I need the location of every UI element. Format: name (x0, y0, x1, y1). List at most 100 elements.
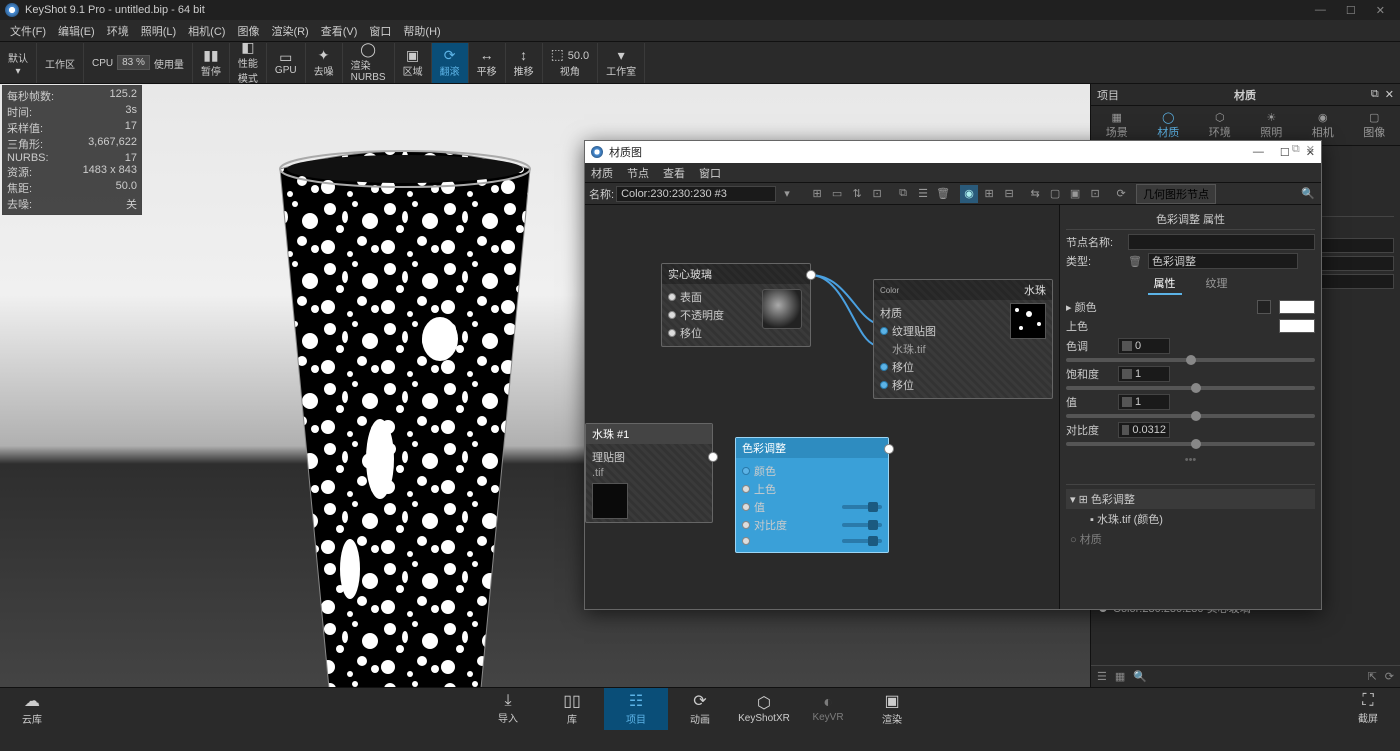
mg-tool-5[interactable]: ⧉ (894, 185, 912, 203)
menu-view[interactable]: 查看(V) (316, 21, 363, 41)
mg-tool-3[interactable]: ⇅ (848, 185, 866, 203)
region-button[interactable]: ▣区域 (395, 43, 432, 83)
tab-environment[interactable]: ⬡环境 (1201, 109, 1239, 142)
pan-button[interactable]: ↔平移 (469, 43, 506, 83)
popout-icon[interactable]: ⧉ (1371, 88, 1379, 101)
close-button[interactable]: ✕ (1376, 4, 1385, 17)
tree-item-0[interactable]: ▾ ⊞ 色彩调整 (1066, 489, 1315, 509)
menu-help[interactable]: 帮助(H) (398, 21, 445, 41)
tab-lighting[interactable]: ☀照明 (1252, 109, 1290, 142)
screenshot-button[interactable]: ⛶截屏 (1336, 688, 1400, 730)
search-icon[interactable]: 🔍 (1133, 670, 1147, 683)
tab-material[interactable]: ◯材质 (1149, 109, 1187, 142)
close-panel-icon[interactable]: ✕ (1385, 88, 1394, 101)
node-solid-glass[interactable]: 实心玻璃 表面 不透明度 移位 (661, 263, 811, 347)
mg-tool-8[interactable]: ◉ (960, 185, 978, 203)
mg-canvas[interactable]: 实心玻璃 表面 不透明度 移位 Color水珠 材质 纹理贴图 (585, 205, 1059, 609)
pause-button[interactable]: ▮▮暂停 (193, 43, 230, 83)
list-view-icon[interactable]: ☰ (1097, 670, 1107, 683)
mg-tool-14[interactable]: ⊡ (1086, 185, 1104, 203)
mg-tool-9[interactable]: ⊞ (980, 185, 998, 203)
project-label[interactable]: 项目 (1097, 87, 1119, 103)
props-tab-attr[interactable]: 属性 (1148, 273, 1182, 295)
menu-file[interactable]: 文件(F) (5, 21, 51, 41)
mg-tool-refresh[interactable]: ⟳ (1112, 185, 1130, 203)
val-row: 值 1 (1066, 394, 1315, 410)
menu-env[interactable]: 环境 (102, 21, 134, 41)
menu-window[interactable]: 窗口 (364, 21, 396, 41)
nurbs-button[interactable]: ◯渲染 NURBS (343, 43, 395, 83)
mg-menu-node[interactable]: 节点 (627, 165, 649, 181)
mg-dropdown-icon[interactable]: ▾ (778, 185, 796, 203)
mg-minimize[interactable]: — (1253, 146, 1264, 159)
mg-tool-7[interactable]: 🗑 (934, 185, 952, 203)
grid-view-icon[interactable]: ▦ (1115, 670, 1125, 683)
import-button[interactable]: ⤓导入 (476, 688, 540, 730)
tumble-button[interactable]: ⟳翻滚 (432, 43, 469, 83)
mg-menu-view[interactable]: 查看 (663, 165, 685, 181)
fov-button[interactable]: ⬚ 50.0视角 (543, 43, 599, 83)
studio-button[interactable]: ▾工作室 (598, 43, 645, 83)
cpu-usage[interactable]: CPU 83 % 使用量 (84, 43, 193, 83)
tab-camera[interactable]: ◉相机 (1304, 109, 1342, 142)
denoise-button[interactable]: ✦去噪 (306, 43, 343, 83)
render-button[interactable]: ▣渲染 (860, 688, 924, 730)
cloud-button[interactable]: ☁云库 (0, 688, 64, 730)
more-icon[interactable]: ••• (1066, 454, 1315, 466)
perfmode-button[interactable]: ◧性能 模式 (230, 43, 267, 83)
mg-tool-12[interactable]: ▢ (1046, 185, 1064, 203)
maximize-button[interactable]: ☐ (1346, 4, 1356, 17)
mg-tool-11[interactable]: ⇆ (1026, 185, 1044, 203)
node-name-input[interactable] (1128, 234, 1315, 250)
project-button[interactable]: ☷项目 (604, 688, 668, 730)
mg-tool-2[interactable]: ▭ (828, 185, 846, 203)
menu-render[interactable]: 渲染(R) (266, 21, 313, 41)
tree-item-2[interactable]: ○ 材质 (1066, 529, 1315, 549)
mg-name-input[interactable] (616, 186, 776, 202)
mg-tool-6[interactable]: ☰ (914, 185, 932, 203)
mg-titlebar[interactable]: 材质图 — ☐ ✕ (585, 141, 1321, 163)
refresh-icon[interactable]: ⟳ (1385, 670, 1394, 683)
node-texture-map[interactable]: 水珠 #1 理贴图 .tif (585, 423, 713, 523)
hue-slider[interactable] (1066, 358, 1315, 362)
mg-tool-1[interactable]: ⊞ (808, 185, 826, 203)
mg-maximize[interactable]: ☐ (1280, 146, 1290, 159)
mg-tool-10[interactable]: ⊟ (1000, 185, 1018, 203)
workspace-button[interactable]: 工作区 (37, 43, 84, 83)
tab-image[interactable]: ▢图像 (1355, 109, 1393, 142)
con-slider[interactable] (1066, 442, 1315, 446)
gpu-button[interactable]: ▭GPU (267, 43, 306, 83)
default-button[interactable]: 默认▾ (0, 43, 37, 83)
rendered-cup (260, 139, 550, 687)
library-button[interactable]: ▯▯库 (540, 688, 604, 730)
val-slider[interactable] (1066, 414, 1315, 418)
node-color-adjust[interactable]: 色彩调整 颜色 上色 值 对比度 (735, 437, 889, 553)
node-material-root[interactable]: Color水珠 材质 纹理贴图 水珠.tif 移位 移位 (873, 279, 1053, 399)
tab-scene[interactable]: ▦场景 (1098, 109, 1136, 142)
titlebar: KeyShot 9.1 Pro - untitled.bip - 64 bit … (0, 0, 1400, 20)
menu-edit[interactable]: 编辑(E) (53, 21, 100, 41)
external-icon[interactable]: ⇱ (1368, 670, 1377, 683)
menu-image[interactable]: 图像 (232, 21, 264, 41)
props-tab-tex[interactable]: 纹理 (1200, 273, 1234, 295)
sat-slider[interactable] (1066, 386, 1315, 390)
mg-tool-4[interactable]: ⊡ (868, 185, 886, 203)
mg-search-icon[interactable]: 🔍 (1299, 185, 1317, 203)
menu-light[interactable]: 照明(L) (136, 21, 181, 41)
keyshotxr-button[interactable]: ⬡KeyShotXR (732, 688, 796, 730)
keyvr-button[interactable]: ◐KeyVR (796, 688, 860, 730)
color-swatch-prop[interactable] (1279, 300, 1315, 314)
menu-camera[interactable]: 相机(C) (183, 21, 230, 41)
animation-button[interactable]: ⟳动画 (668, 688, 732, 730)
delete-icon[interactable]: 🗑 (1128, 255, 1142, 268)
minimize-button[interactable]: — (1315, 4, 1326, 17)
tint-swatch[interactable] (1279, 319, 1315, 333)
dolly-button[interactable]: ↕推移 (506, 43, 543, 83)
type-input[interactable] (1148, 253, 1298, 269)
mg-geo-button[interactable]: 几何图形节点 (1136, 184, 1216, 204)
mg-menu-window[interactable]: 窗口 (699, 165, 721, 181)
mg-tool-13[interactable]: ▣ (1066, 185, 1084, 203)
mg-menu-mat[interactable]: 材质 (591, 165, 613, 181)
tree-item-1[interactable]: ▪ 水珠.tif (颜色) (1066, 509, 1315, 529)
color-pattern[interactable] (1257, 300, 1271, 314)
